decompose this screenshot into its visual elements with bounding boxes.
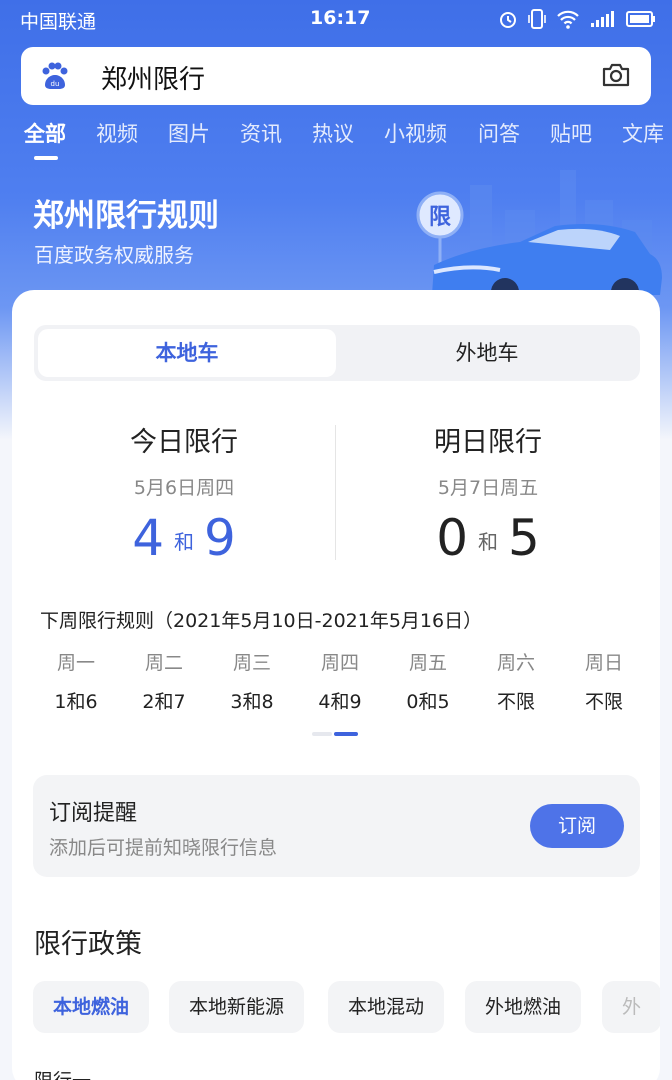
page-dot-active [334, 732, 358, 736]
tab-images[interactable]: 图片 [168, 118, 210, 148]
weekday-value: 4和9 [318, 691, 362, 713]
next-week-title: 下周限行规则（2021年5月10日-2021年5月16日） [40, 610, 483, 632]
policy-chips: 本地燃油 本地新能源 本地混动 外地燃油 外 [33, 981, 660, 1033]
weekday-value: 2和7 [142, 691, 186, 713]
camera-icon[interactable] [601, 62, 631, 88]
week-day-item: 周四 4和9 [296, 648, 384, 714]
baidu-paw-icon: du [42, 62, 68, 89]
tomorrow-number-1: 0 [436, 509, 468, 567]
week-day-item: 周一 1和6 [32, 648, 120, 714]
weekday-label: 周日 [584, 652, 623, 674]
today-number-1: 4 [132, 509, 164, 567]
signal-icon [591, 11, 614, 27]
chip-nonlocal-more[interactable]: 外 [602, 981, 660, 1033]
search-bar[interactable]: du 郑州限行 [21, 47, 651, 105]
tomorrow-date: 5月7日周五 [437, 477, 539, 499]
weekday-label: 周六 [496, 652, 535, 674]
clock: 16:17 [310, 7, 371, 29]
subscribe-button[interactable]: 订阅 [530, 804, 624, 848]
tab-video[interactable]: 视频 [96, 118, 138, 148]
restriction-badge: 限 [429, 205, 451, 230]
policy-section-label: 限行一 [34, 1066, 91, 1080]
car-illustration: 限 [416, 170, 662, 295]
search-query[interactable]: 郑州限行 [101, 59, 205, 96]
tab-all[interactable]: 全部 [24, 118, 66, 148]
tomorrow-numbers: 0 和 5 [338, 508, 638, 568]
tomorrow-number-2: 5 [508, 509, 540, 567]
today-numbers: 4 和 9 [34, 508, 334, 568]
tab-tieba[interactable]: 贴吧 [550, 118, 592, 148]
carrier-name: 中国联通 [20, 11, 97, 33]
week-day-item: 周六 不限 [472, 648, 560, 714]
weekday-value: 不限 [496, 691, 535, 713]
wifi-icon [557, 10, 579, 29]
local-car-tab[interactable]: 本地车 [38, 329, 336, 377]
car-type-switch: 本地车 外地车 [34, 325, 640, 381]
today-date: 5月6日周四 [133, 477, 235, 499]
tab-hot[interactable]: 热议 [312, 118, 354, 148]
subscribe-description: 添加后可提前知晓限行信息 [49, 837, 278, 859]
chip-local-fuel[interactable]: 本地燃油 [33, 981, 150, 1033]
chip-nonlocal-fuel[interactable]: 外地燃油 [465, 981, 582, 1033]
status-bar: 中国联通 16:17 [0, 0, 672, 38]
tab-wenku[interactable]: 文库 [622, 118, 664, 148]
today-and: 和 [174, 529, 194, 554]
page-dot [312, 732, 332, 736]
tab-short-video[interactable]: 小视频 [384, 118, 447, 148]
battery-icon [626, 11, 655, 27]
weekday-value: 不限 [584, 691, 623, 713]
week-day-item: 周三 3和8 [208, 648, 296, 714]
today-restriction: 今日限行 5月6日周四 4 和 9 [34, 420, 334, 568]
weekday-label: 周三 [232, 652, 271, 674]
chip-local-hybrid[interactable]: 本地混动 [328, 981, 445, 1033]
restriction-card: 本地车 外地车 今日限行 5月6日周四 4 和 9 明日限行 5月7日周五 0 … [12, 290, 660, 1080]
nonlocal-car-tab[interactable]: 外地车 [338, 329, 636, 377]
weekday-value: 3和8 [230, 691, 274, 713]
alarm-icon [500, 12, 516, 28]
page-indicator [312, 732, 358, 736]
weekday-label: 周一 [56, 652, 95, 674]
subscribe-title: 订阅提醒 [49, 801, 138, 826]
chip-local-new-energy[interactable]: 本地新能源 [169, 981, 305, 1033]
tomorrow-restriction: 明日限行 5月7日周五 0 和 5 [338, 420, 638, 568]
weekday-label: 周二 [144, 652, 183, 674]
weekday-label: 周四 [320, 652, 359, 674]
next-week-schedule: 周一 1和6 周二 2和7 周三 3和8 周四 4和9 周五 0和5 周六 不限… [32, 648, 648, 714]
today-label: 今日限行 [130, 427, 238, 458]
column-divider [335, 425, 336, 560]
vibrate-icon [528, 9, 546, 29]
weekday-label: 周五 [408, 652, 447, 674]
week-day-item: 周二 2和7 [120, 648, 208, 714]
subscribe-panel: 订阅提醒 添加后可提前知晓限行信息 订阅 [33, 775, 640, 877]
weekday-value: 1和6 [54, 691, 98, 713]
policy-title: 限行政策 [34, 929, 142, 960]
active-tab-indicator [34, 156, 58, 160]
search-tabs: 全部 视频 图片 资讯 热议 小视频 问答 贴吧 文库 [0, 118, 672, 162]
status-icons [498, 8, 656, 30]
week-day-item: 周五 0和5 [384, 648, 472, 714]
hero-title: 郑州限行规则 [33, 198, 219, 234]
tab-news[interactable]: 资讯 [240, 118, 282, 148]
tab-qa[interactable]: 问答 [478, 118, 520, 148]
today-number-2: 9 [204, 509, 236, 567]
week-day-item: 周日 不限 [560, 648, 648, 714]
tomorrow-and: 和 [478, 529, 498, 554]
weekday-value: 0和5 [406, 691, 450, 713]
svg-text:du: du [51, 80, 60, 88]
hero-subtitle: 百度政务权威服务 [34, 243, 194, 267]
tomorrow-label: 明日限行 [434, 427, 542, 458]
